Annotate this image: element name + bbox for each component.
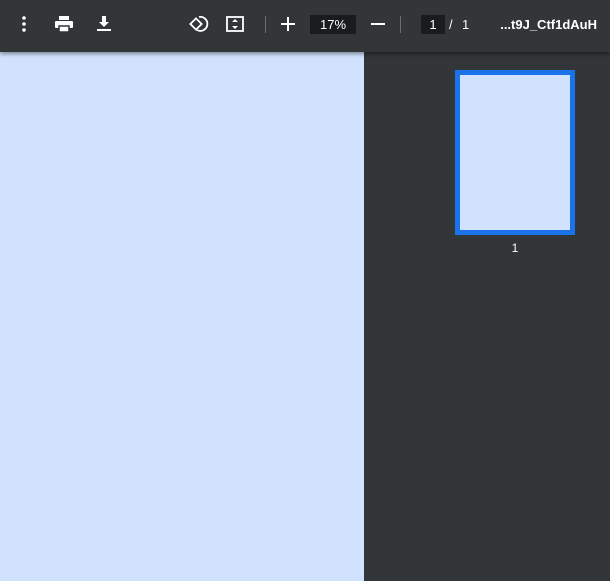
page-thumbnail[interactable]: [455, 70, 575, 235]
page-total: 1: [462, 17, 470, 32]
rotate-icon[interactable]: [187, 12, 211, 36]
print-icon[interactable]: [53, 12, 75, 36]
pdf-toolbar: 17% 1 / 1 ...t9J_Ctf1dAuH: [0, 0, 610, 52]
pdf-page-view[interactable]: [0, 52, 364, 581]
page-input[interactable]: 1: [421, 15, 445, 34]
fit-page-icon[interactable]: [224, 12, 246, 36]
divider: [400, 16, 401, 33]
zoom-in-icon[interactable]: [278, 12, 298, 36]
zoom-out-icon[interactable]: [368, 12, 388, 36]
more-vert-icon[interactable]: [14, 12, 34, 36]
divider: [265, 16, 266, 33]
page-separator: /: [449, 17, 453, 32]
document-title: ...t9J_Ctf1dAuH: [500, 17, 597, 32]
zoom-input[interactable]: 17%: [310, 15, 356, 34]
thumbnail-label: 1: [511, 241, 519, 255]
download-icon[interactable]: [93, 12, 115, 36]
